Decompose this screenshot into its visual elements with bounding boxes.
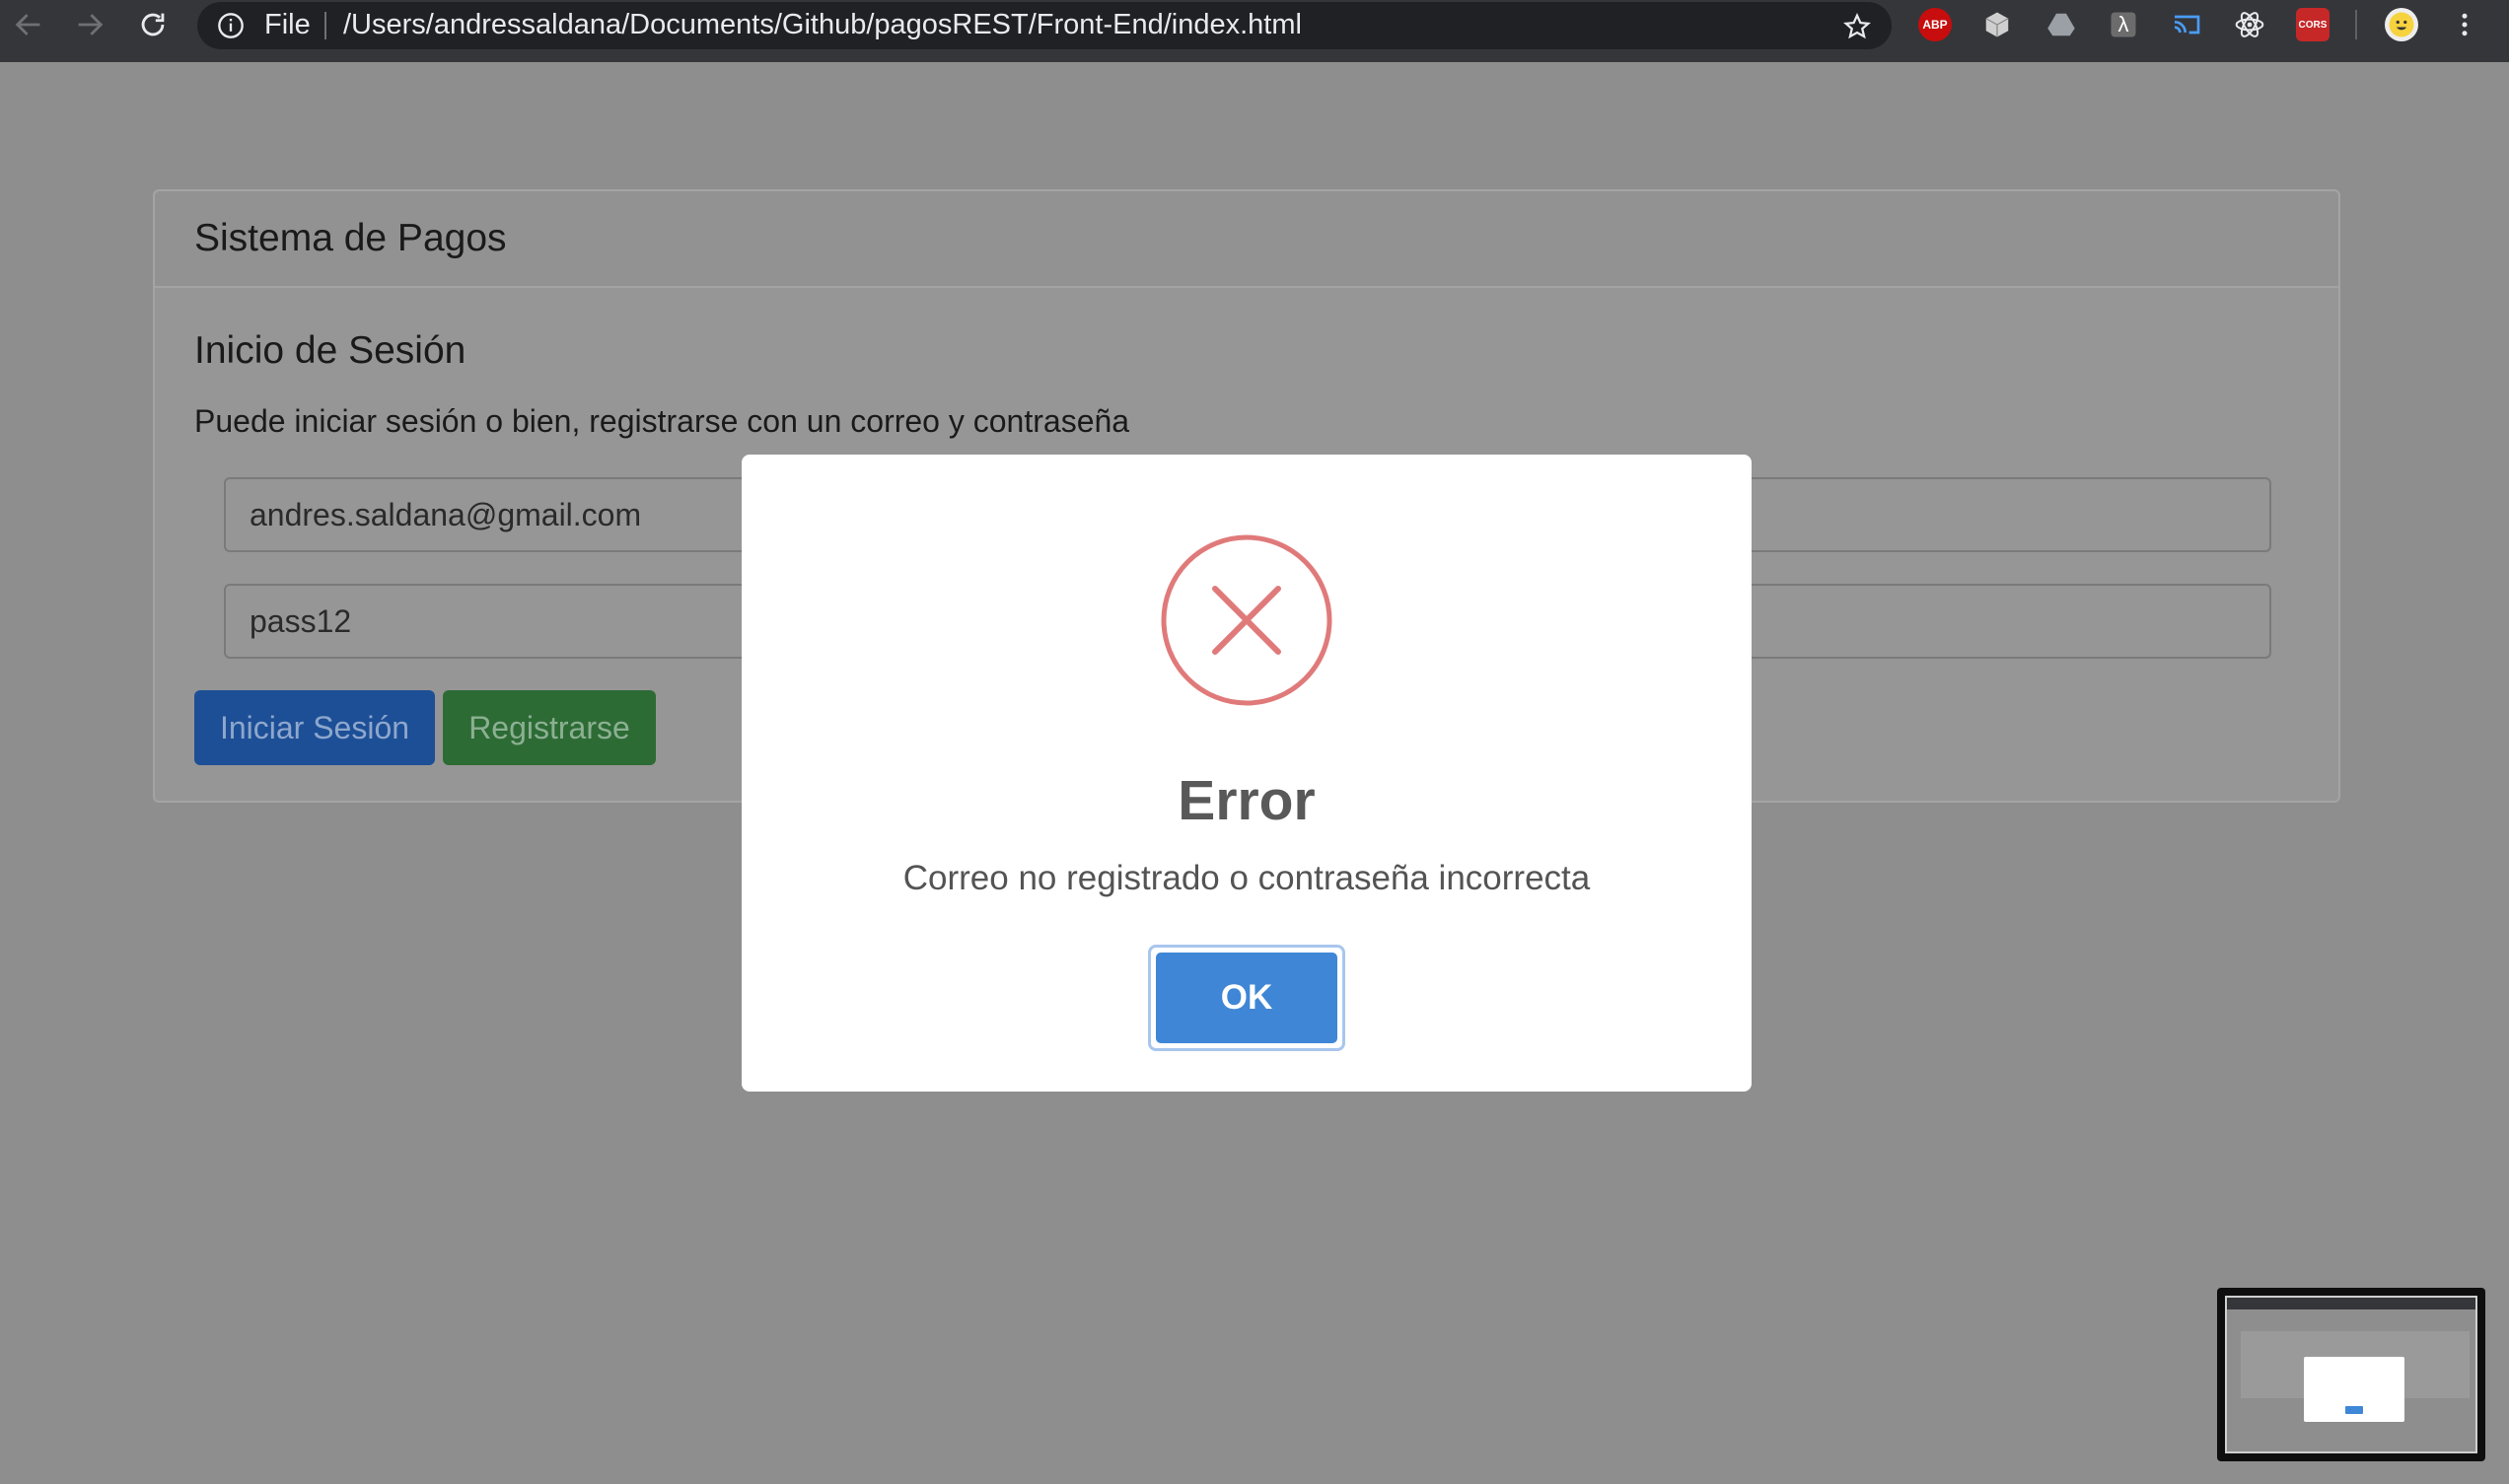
error-x-icon bbox=[1161, 534, 1332, 706]
toolbar-divider bbox=[2355, 10, 2357, 39]
reload-button[interactable] bbox=[128, 0, 178, 49]
error-dialog: Error Correo no registrado o contraseña … bbox=[742, 455, 1752, 1092]
back-button[interactable] bbox=[4, 0, 53, 49]
thumbnail-preview bbox=[2225, 1296, 2477, 1453]
info-icon[interactable] bbox=[217, 12, 245, 39]
cast-icon[interactable] bbox=[2170, 8, 2203, 41]
dialog-message: Correo no registrado o contraseña incorr… bbox=[902, 859, 1591, 897]
thumbnail-ok bbox=[2345, 1406, 2363, 1414]
dialog-title: Error bbox=[1178, 769, 1316, 832]
ok-button[interactable]: OK bbox=[1156, 953, 1337, 1043]
thumbnail-dialog bbox=[2304, 1357, 2404, 1422]
drive-extension-icon[interactable] bbox=[2044, 8, 2078, 41]
thumbnail-toolbar bbox=[2227, 1298, 2475, 1309]
scheme-label: File bbox=[264, 9, 311, 40]
lambda-extension-icon[interactable]: λ bbox=[2107, 8, 2140, 41]
arrow-right-icon bbox=[78, 14, 104, 35]
adblock-plus-icon[interactable]: ABP bbox=[1918, 8, 1952, 41]
menu-kebab-icon[interactable] bbox=[2448, 8, 2481, 41]
register-button[interactable]: Registrarse bbox=[443, 690, 656, 765]
login-title: Inicio de Sesión bbox=[194, 329, 466, 372]
card-header: Sistema de Pagos bbox=[155, 191, 2338, 288]
address-bar[interactable]: File /Users/andressaldana/Documents/Gith… bbox=[197, 2, 1892, 49]
password-value: pass12 bbox=[250, 603, 352, 639]
cors-extension-icon[interactable]: CORS bbox=[2296, 8, 2330, 41]
url-text[interactable]: /Users/andressaldana/Documents/Github/pa… bbox=[343, 9, 1302, 41]
profile-avatar-icon[interactable] bbox=[2385, 8, 2418, 41]
forward-button[interactable] bbox=[65, 0, 114, 49]
screenshot-thumbnail[interactable] bbox=[2217, 1288, 2485, 1461]
login-description: Puede iniciar sesión o bien, registrarse… bbox=[194, 403, 1130, 439]
box-extension-icon[interactable] bbox=[1980, 8, 2014, 41]
reload-icon bbox=[141, 13, 165, 36]
bookmark-star-icon[interactable] bbox=[1842, 12, 1872, 41]
login-button[interactable]: Iniciar Sesión bbox=[194, 690, 435, 765]
react-devtools-icon[interactable] bbox=[2233, 8, 2266, 41]
browser-toolbar: File /Users/andressaldana/Documents/Gith… bbox=[0, 0, 2509, 62]
address-divider bbox=[324, 12, 326, 39]
card-header-title: Sistema de Pagos bbox=[194, 217, 507, 259]
arrow-left-icon bbox=[15, 14, 40, 35]
email-value: andres.saldana@gmail.com bbox=[250, 497, 642, 532]
